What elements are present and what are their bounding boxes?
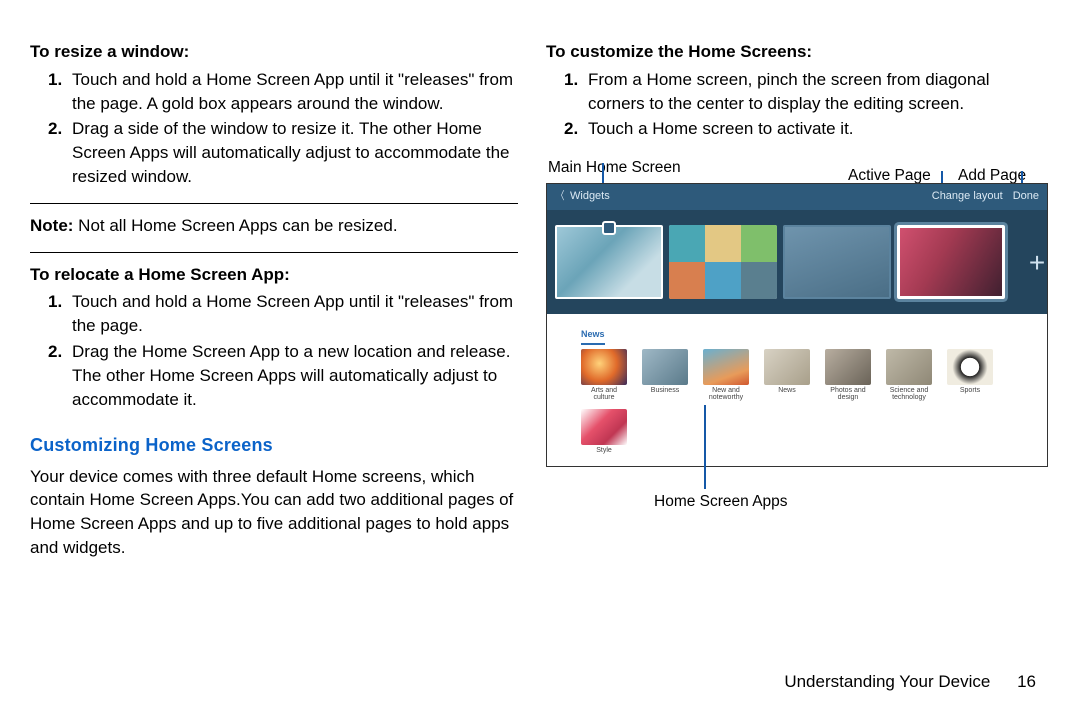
chevron-left-icon: 〈 bbox=[557, 189, 565, 204]
widget-caption: Style bbox=[581, 447, 627, 463]
list-item: Drag a side of the window to resize it. … bbox=[72, 117, 518, 188]
widget-icon bbox=[581, 409, 627, 445]
widget-caption: New and noteworthy bbox=[703, 387, 749, 403]
figure-wrapper: Main Home Screen Active Page Add Page 〈 … bbox=[546, 157, 1050, 503]
tab-news[interactable]: News bbox=[581, 328, 605, 345]
divider bbox=[30, 252, 518, 253]
note-text: Not all Home Screen Apps can be resized. bbox=[73, 216, 397, 235]
paragraph-customizing: Your device comes with three default Hom… bbox=[30, 465, 518, 560]
figure-topbar: 〈 Widgets Change layout Done bbox=[547, 184, 1047, 210]
chapter-title: Understanding Your Device bbox=[784, 672, 990, 691]
widget-caption: Arts and culture bbox=[581, 387, 627, 403]
widget-item[interactable]: Science and technology bbox=[886, 349, 932, 403]
back-widgets[interactable]: 〈 Widgets bbox=[555, 189, 610, 204]
note: Note: Not all Home Screen Apps can be re… bbox=[30, 214, 518, 238]
list-relocate: Touch and hold a Home Screen App until i… bbox=[30, 290, 518, 411]
figure-widgets-panel: News Arts and culture Business New and n… bbox=[547, 314, 1047, 467]
widget-item[interactable]: New and noteworthy bbox=[703, 349, 749, 403]
widget-icon bbox=[703, 349, 749, 385]
widget-icon bbox=[581, 349, 627, 385]
page-thumb[interactable] bbox=[669, 225, 777, 299]
list-item: Touch a Home screen to activate it. bbox=[588, 117, 1050, 141]
widget-caption: Business bbox=[642, 387, 688, 403]
topbar-back-label: Widgets bbox=[570, 189, 610, 204]
widget-row: Arts and culture Business New and notewo… bbox=[581, 349, 1037, 403]
heading-relocate: To relocate a Home Screen App: bbox=[30, 263, 518, 287]
screenshot-figure: 〈 Widgets Change layout Done bbox=[546, 183, 1048, 467]
page-thumb-active[interactable] bbox=[897, 225, 1005, 299]
left-column: To resize a window: Touch and hold a Hom… bbox=[30, 40, 518, 564]
heading-resize: To resize a window: bbox=[30, 40, 518, 64]
widget-item[interactable]: Sports bbox=[947, 349, 993, 403]
widget-item[interactable]: News bbox=[764, 349, 810, 403]
done-button[interactable]: Done bbox=[1013, 189, 1039, 204]
callout-home-screen-apps: Home Screen Apps bbox=[654, 491, 788, 513]
widget-icon bbox=[764, 349, 810, 385]
callout-main-home: Main Home Screen bbox=[548, 157, 681, 179]
page-thumb-main[interactable] bbox=[555, 225, 663, 299]
widget-caption: Photos and design bbox=[825, 387, 871, 403]
widget-caption: Science and technology bbox=[886, 387, 932, 403]
change-layout-button[interactable]: Change layout bbox=[932, 189, 1003, 204]
figure-top-labels: Main Home Screen Active Page Add Page bbox=[548, 157, 1050, 183]
page-thumb[interactable] bbox=[783, 225, 891, 299]
widget-item[interactable]: Arts and culture bbox=[581, 349, 627, 403]
list-item: Drag the Home Screen App to a new locati… bbox=[72, 340, 518, 411]
home-icon bbox=[602, 221, 616, 235]
widget-caption: News bbox=[764, 387, 810, 403]
list-item: From a Home screen, pinch the screen fro… bbox=[588, 68, 1050, 116]
widget-icon bbox=[947, 349, 993, 385]
widget-item[interactable]: Photos and design bbox=[825, 349, 871, 403]
widget-item[interactable]: Style bbox=[581, 409, 627, 463]
heading-customize: To customize the Home Screens: bbox=[546, 40, 1050, 64]
list-customize: From a Home screen, pinch the screen fro… bbox=[546, 68, 1050, 141]
callout-line bbox=[704, 405, 706, 489]
divider bbox=[30, 203, 518, 204]
figure-pages-row: + bbox=[547, 210, 1047, 314]
page-number: 16 bbox=[1017, 672, 1036, 691]
widget-row: Style bbox=[581, 409, 1037, 463]
list-item: Touch and hold a Home Screen App until i… bbox=[72, 290, 518, 338]
widget-icon bbox=[886, 349, 932, 385]
widget-icon bbox=[642, 349, 688, 385]
add-page-button[interactable]: + bbox=[1011, 225, 1048, 299]
right-column: To customize the Home Screens: From a Ho… bbox=[546, 40, 1050, 564]
list-resize: Touch and hold a Home Screen App until i… bbox=[30, 68, 518, 189]
widget-icon bbox=[825, 349, 871, 385]
list-item: Touch and hold a Home Screen App until i… bbox=[72, 68, 518, 116]
section-title-customizing: Customizing Home Screens bbox=[30, 433, 518, 458]
widget-item[interactable]: Business bbox=[642, 349, 688, 403]
note-label: Note: bbox=[30, 216, 73, 235]
widget-caption: Sports bbox=[947, 387, 993, 403]
page-footer: Understanding Your Device 16 bbox=[784, 670, 1036, 694]
